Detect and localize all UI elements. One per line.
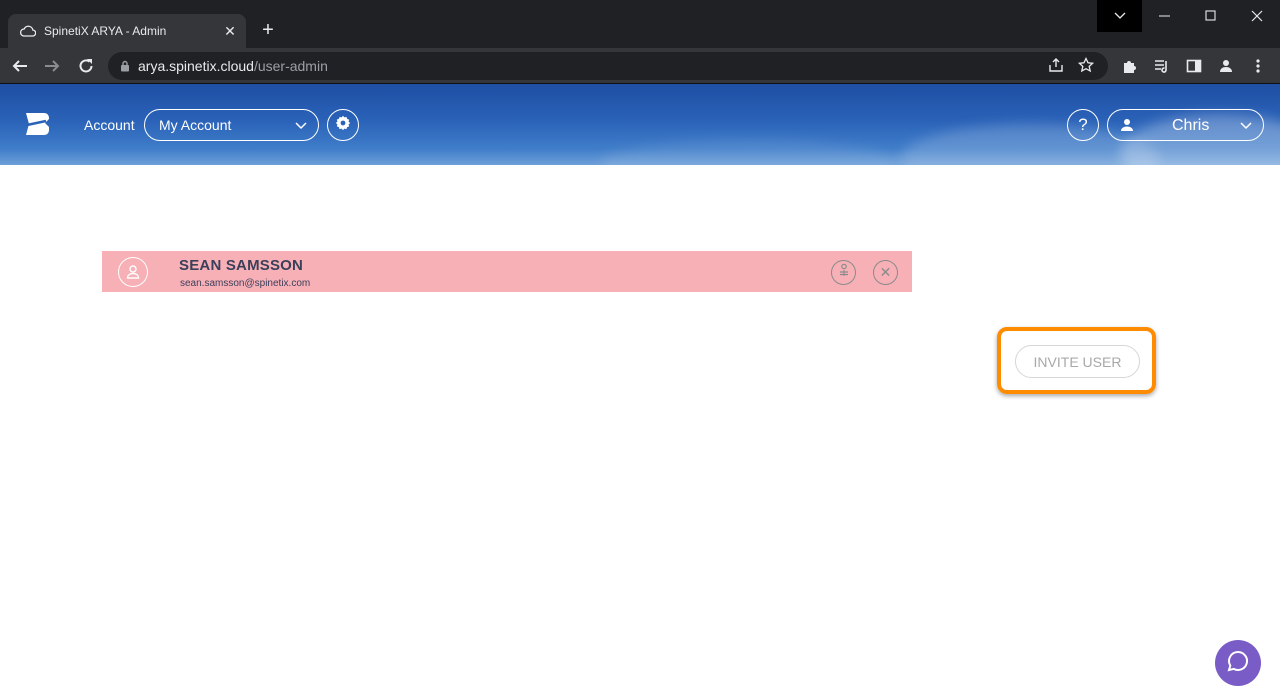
user-menu[interactable]: Chris [1107, 109, 1264, 141]
user-list-item[interactable]: SEAN SAMSSON sean.samsson@spinetix.com ✕ [102, 251, 912, 292]
extensions-puzzle-icon[interactable] [1118, 54, 1142, 78]
app-header: Account My Account ? Chris [0, 84, 1280, 165]
tab-close-icon[interactable]: ✕ [218, 19, 242, 43]
browser-titlebar: SpinetiX ARYA - Admin ✕ + [0, 0, 1280, 48]
menu-kebab-icon[interactable] [1246, 54, 1270, 78]
settings-button[interactable] [327, 109, 359, 141]
browser-toolbar: arya.spinetix.cloud/user-admin [0, 48, 1280, 84]
delete-user-button[interactable]: ✕ [873, 260, 898, 285]
user-email-text: sean.samsson@spinetix.com [180, 278, 311, 289]
toolbar-actions [1118, 54, 1270, 78]
spinetix-logo-icon[interactable] [24, 110, 52, 138]
tab-title: SpinetiX ARYA - Admin [44, 24, 167, 38]
url-path: /user-admin [253, 58, 328, 74]
chevron-down-icon [294, 118, 308, 135]
account-select-value: My Account [159, 117, 232, 133]
address-bar[interactable]: arya.spinetix.cloud/user-admin [108, 52, 1108, 80]
minimize-icon[interactable] [1142, 0, 1188, 32]
user-role-icon [837, 263, 851, 282]
profile-icon[interactable] [1214, 54, 1238, 78]
gear-icon [335, 115, 351, 136]
user-name-text: SEAN SAMSSON [179, 257, 304, 274]
user-role-button[interactable] [831, 260, 856, 285]
invite-user-button[interactable]: INVITE USER [1015, 345, 1140, 378]
close-window-icon[interactable] [1234, 0, 1280, 32]
reload-icon[interactable] [74, 54, 98, 78]
tab-search-icon[interactable] [1097, 0, 1142, 32]
account-label: Account [84, 117, 135, 133]
share-icon[interactable] [1048, 57, 1064, 76]
maximize-icon[interactable] [1188, 0, 1234, 32]
forward-arrow-icon[interactable] [40, 54, 64, 78]
lock-icon [120, 60, 130, 72]
account-select[interactable]: My Account [144, 109, 319, 141]
new-tab-button[interactable]: + [256, 18, 280, 42]
user-avatar-icon [118, 257, 148, 287]
user-name: Chris [1172, 117, 1210, 134]
chevron-down-icon [1239, 118, 1253, 137]
media-queue-icon[interactable] [1150, 54, 1174, 78]
cloud-icon [20, 23, 36, 39]
bookmark-star-icon[interactable] [1077, 56, 1095, 76]
chat-bubble-icon [1227, 650, 1249, 677]
help-button[interactable]: ? [1067, 109, 1099, 141]
side-panel-icon[interactable] [1182, 54, 1206, 78]
back-arrow-icon[interactable] [8, 54, 32, 78]
browser-tab[interactable]: SpinetiX ARYA - Admin ✕ [8, 14, 246, 48]
chat-button[interactable] [1215, 640, 1261, 686]
url-host: arya.spinetix.cloud [138, 58, 254, 74]
user-icon [1120, 118, 1134, 137]
window-controls [1097, 0, 1280, 32]
